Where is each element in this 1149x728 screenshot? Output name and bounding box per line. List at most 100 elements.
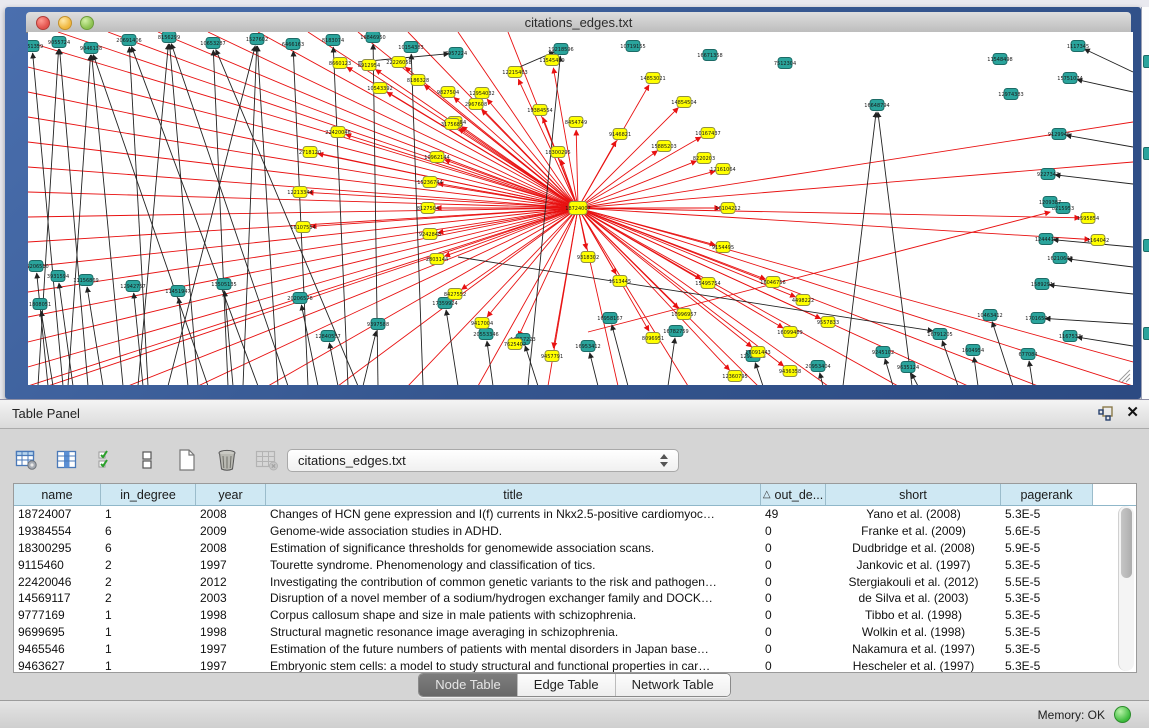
graph-node[interactable]: 8220203: [693, 153, 715, 164]
table-row[interactable]: 1830029562008Estimation of significance …: [14, 540, 1136, 557]
graph-node[interactable]: 10543392: [367, 83, 392, 94]
graph-node[interactable]: 1167533: [1059, 331, 1081, 342]
graph-node[interactable]: 22420046: [325, 127, 350, 138]
table-row[interactable]: 2242004622012Investigating the contribut…: [14, 573, 1136, 590]
close-panel-icon[interactable]: ✕: [1126, 405, 1139, 421]
graph-node[interactable]: 10996957: [671, 309, 696, 320]
tab-node-table[interactable]: Node Table: [419, 674, 517, 696]
table-row[interactable]: 946554611997Estimation of the future num…: [14, 640, 1136, 657]
graph-node[interactable]: 1595854: [1077, 213, 1099, 224]
table-row[interactable]: 911546021997Tourette syndrome. Phenomeno…: [14, 556, 1136, 573]
graph-node[interactable]: 1164042: [1087, 235, 1109, 246]
graph-node[interactable]: 12161064: [710, 164, 735, 175]
graph-node[interactable]: 7957224: [445, 48, 467, 59]
graph-node[interactable]: 20206576: [287, 293, 312, 304]
graph-node[interactable]: 16648794: [864, 100, 889, 111]
graph-node[interactable]: 12215463: [502, 67, 527, 78]
graph-node[interactable]: 1589291: [1031, 279, 1053, 290]
column-header-name[interactable]: name: [14, 484, 101, 505]
scrollbar-thumb[interactable]: [1121, 508, 1132, 578]
table-row[interactable]: 946362711997Embryonic stem cells: a mode…: [14, 657, 1136, 673]
graph-node[interactable]: 14853021: [640, 73, 665, 84]
memory-status-indicator[interactable]: [1114, 706, 1131, 723]
graph-node[interactable]: 16782759: [663, 326, 688, 337]
graph-node[interactable]: 15751074: [1057, 73, 1082, 84]
table-row[interactable]: 1938455462009Genome-wide association stu…: [14, 523, 1136, 540]
graph-node[interactable]: 17016504: [1025, 313, 1050, 324]
graph-node[interactable]: 2718120: [299, 147, 321, 158]
tab-edge-table[interactable]: Edge Table: [517, 674, 615, 696]
table-row[interactable]: 977716911998Corpus callosum shape and si…: [14, 607, 1136, 624]
graph-node[interactable]: 12840557: [315, 331, 340, 342]
graph-node[interactable]: 10719155: [620, 41, 645, 52]
column-header-title[interactable]: title: [266, 484, 761, 505]
table-row[interactable]: 1456911722003Disruption of a novel membe…: [14, 590, 1136, 607]
table-columns-button[interactable]: [54, 447, 80, 473]
window-titlebar[interactable]: citations_edges.txt: [26, 12, 1131, 33]
graph-node[interactable]: 2967608: [465, 99, 487, 110]
select-attributes-button[interactable]: [94, 447, 120, 473]
graph-node[interactable]: 16099489: [777, 327, 802, 338]
graph-node[interactable]: 10463412: [977, 310, 1002, 321]
graph-node[interactable]: 16104212: [715, 203, 740, 214]
graph-node[interactable]: 9055724: [48, 37, 70, 48]
graph-node[interactable]: 11545489: [539, 55, 564, 66]
delete-trash-button[interactable]: [214, 447, 240, 473]
graph-node[interactable]: 2051359: [28, 41, 43, 52]
graph-node[interactable]: 1808051: [29, 299, 51, 310]
column-header-year[interactable]: year: [196, 484, 266, 505]
graph-node[interactable]: 677084: [1018, 349, 1037, 360]
graph-node[interactable]: 9046138: [80, 43, 102, 54]
graph-node[interactable]: 16671358: [697, 50, 722, 61]
graph-node[interactable]: 1604954: [962, 345, 984, 356]
table-settings-button[interactable]: [14, 447, 40, 473]
vertical-scrollbar[interactable]: [1118, 506, 1134, 671]
tab-network-table[interactable]: Network Table: [615, 674, 730, 696]
graph-node[interactable]: 20553346: [473, 329, 498, 340]
table-selector-dropdown[interactable]: citations_edges.txt: [287, 449, 679, 472]
graph-node[interactable]: 9129946: [1048, 129, 1070, 140]
graph-node[interactable]: 7512304: [774, 58, 796, 69]
graph-node[interactable]: 11451947: [165, 286, 190, 297]
table-row[interactable]: 1872400712008Changes of HCN gene express…: [14, 506, 1136, 523]
graph-node[interactable]: 9227343: [1037, 169, 1059, 180]
graph-node[interactable]: 11548498: [987, 54, 1012, 65]
graph-node[interactable]: 10167437: [695, 128, 720, 139]
network-canvas[interactable]: 2051359905572490461382069140681562991065…: [28, 32, 1133, 385]
graph-node[interactable]: 10653287: [200, 38, 225, 49]
graph-node[interactable]: 8183074: [322, 35, 344, 46]
graph-node[interactable]: 15885203: [651, 141, 676, 152]
network-graph[interactable]: 2051359905572490461382069140681562991065…: [28, 32, 1133, 385]
graph-node[interactable]: 16958167: [597, 313, 622, 324]
graph-node[interactable]: 18724007: [565, 202, 590, 215]
graph-node[interactable]: 16210643: [1047, 253, 1072, 264]
resize-grip-icon[interactable]: [1115, 367, 1131, 383]
graph-node[interactable]: 1513445: [609, 276, 631, 287]
column-header-out_de[interactable]: △out_de...: [761, 484, 826, 505]
graph-node[interactable]: 6466163: [282, 39, 304, 50]
float-window-icon[interactable]: [1098, 406, 1114, 421]
column-header-in_degree[interactable]: in_degree: [101, 484, 196, 505]
graph-node[interactable]: 9397588: [367, 319, 389, 330]
graph-node[interactable]: 12954032: [469, 88, 494, 99]
rows-button[interactable]: [134, 447, 160, 473]
graph-node[interactable]: 3931594: [47, 271, 69, 282]
graph-node[interactable]: 16846950: [360, 32, 385, 43]
new-document-button[interactable]: [174, 447, 200, 473]
graph-node[interactable]: 20953404: [805, 361, 830, 372]
graph-node[interactable]: 10154383: [398, 42, 423, 53]
graph-node[interactable]: 18300295: [545, 147, 570, 158]
graph-node[interactable]: 11156869: [73, 275, 98, 286]
graph-node[interactable]: 1244419: [1035, 234, 1057, 245]
graph-node[interactable]: 9635124: [897, 362, 919, 373]
graph-node[interactable]: 9417004: [471, 318, 493, 329]
graph-node[interactable]: 9242848: [419, 229, 441, 240]
graph-node[interactable]: 9436358: [779, 366, 801, 377]
graph-node[interactable]: 4498222: [792, 295, 814, 306]
graph-node[interactable]: 9457791: [541, 351, 563, 362]
graph-node[interactable]: 9318302: [577, 252, 599, 263]
graph-node[interactable]: 15236744: [417, 177, 442, 188]
table-row[interactable]: 969969511998Structural magnetic resonanc…: [14, 624, 1136, 641]
graph-node[interactable]: 9146821: [609, 129, 631, 140]
graph-node[interactable]: 1527602: [246, 34, 268, 45]
